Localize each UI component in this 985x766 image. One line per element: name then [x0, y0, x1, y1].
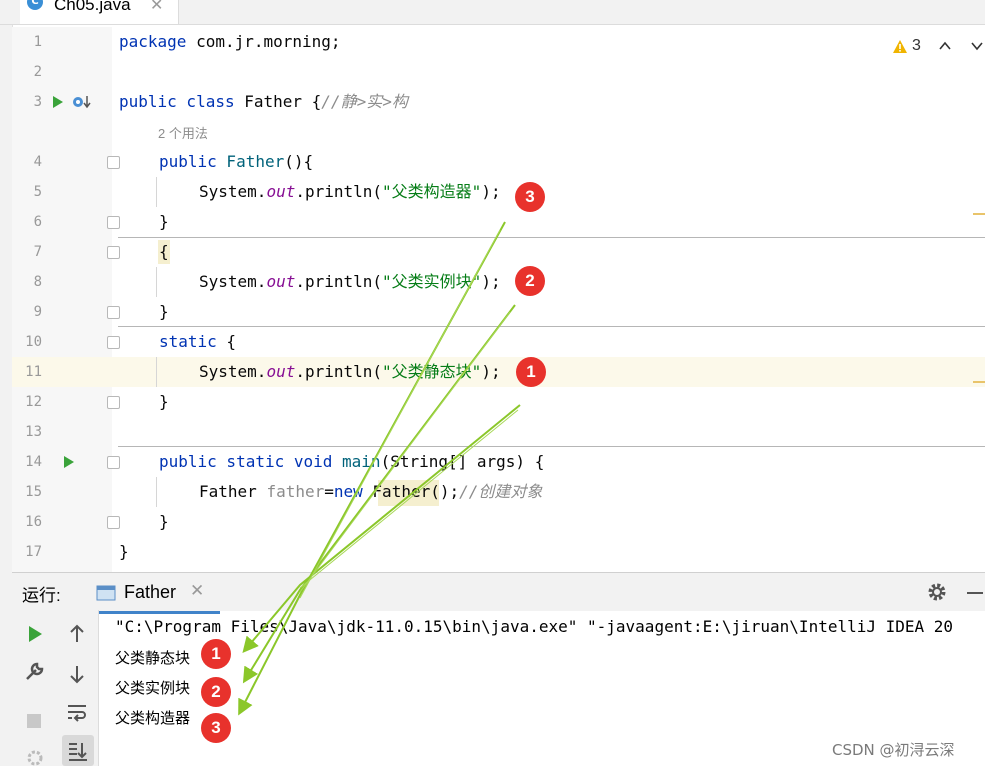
order-badge-1: 1	[201, 639, 231, 669]
order-badge-2: 2	[201, 677, 231, 707]
watermark: CSDN @初浔云深	[832, 741, 955, 759]
order-badge-1: 1	[516, 357, 546, 387]
order-badge-3: 3	[515, 182, 545, 212]
order-badge-3: 3	[201, 713, 231, 743]
annotation-arrows	[238, 221, 521, 716]
order-badge-2: 2	[515, 266, 545, 296]
